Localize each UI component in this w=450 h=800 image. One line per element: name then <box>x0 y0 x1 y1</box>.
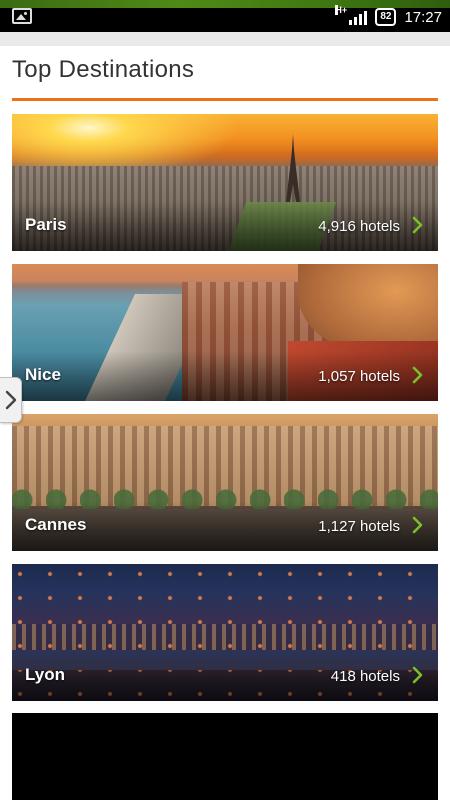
drawer-toggle-button[interactable] <box>0 377 22 423</box>
toolbar-band <box>0 32 450 46</box>
chevron-right-icon <box>412 666 423 684</box>
signal-icon: H+ <box>335 5 368 25</box>
status-indicators: H+ 82 17:27 <box>335 5 442 28</box>
hotel-count: 418 hotels <box>330 668 400 685</box>
network-type: H+ <box>335 5 348 15</box>
destination-card-nice[interactable]: Nice 1,057 hotels <box>12 264 438 401</box>
destination-card-partial[interactable] <box>12 713 438 800</box>
chevron-right-icon <box>412 366 423 384</box>
destination-card-cannes[interactable]: Cannes 1,127 hotels <box>12 414 438 551</box>
battery-icon: 82 <box>375 8 397 26</box>
destination-name: Lyon <box>25 665 65 684</box>
hotel-count: 1,057 hotels <box>318 368 400 385</box>
image-icon <box>12 8 32 24</box>
hotel-count: 1,127 hotels <box>318 518 400 535</box>
destination-name: Cannes <box>25 515 87 534</box>
destination-name: Paris <box>25 215 67 234</box>
page-title: Top Destinations <box>12 56 195 83</box>
destination-card-lyon[interactable]: Lyon 418 hotels <box>12 564 438 701</box>
status-bar: H+ 82 17:27 <box>0 0 450 32</box>
eiffel-tower-icon <box>286 134 300 202</box>
clock: 17:27 <box>404 8 442 26</box>
title-divider <box>12 98 438 101</box>
chevron-right-icon <box>412 516 423 534</box>
destination-name: Nice <box>25 365 61 384</box>
hotel-count: 4,916 hotels <box>318 218 400 235</box>
chevron-right-icon <box>5 390 16 410</box>
destination-card-paris[interactable]: Paris 4,916 hotels <box>12 114 438 251</box>
chevron-right-icon <box>412 216 423 234</box>
